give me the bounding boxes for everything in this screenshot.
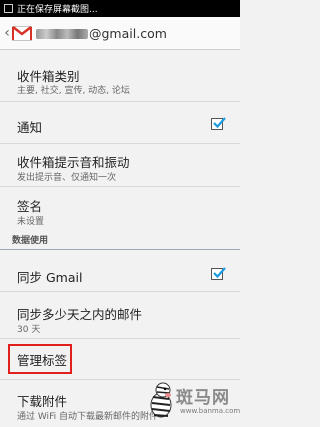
redacted-username <box>36 29 88 39</box>
account-email[interactable]: @gmail.com <box>36 26 167 41</box>
setting-title: 通知 <box>17 120 43 135</box>
back-chevron-icon[interactable]: ‹ <box>2 17 12 50</box>
sync-gmail-checkbox[interactable] <box>211 267 226 280</box>
gmail-logo-icon[interactable] <box>12 25 32 41</box>
setting-title: 同步 Gmail <box>17 270 83 285</box>
setting-signature[interactable]: 签名 未设置 <box>0 187 240 230</box>
setting-title: 同步多少天之内的邮件 <box>17 307 143 322</box>
screenshot-icon <box>4 4 13 13</box>
setting-title: 签名 <box>17 199 43 214</box>
notifications-checkbox[interactable] <box>211 117 226 130</box>
zebra-mascot-icon <box>150 382 172 418</box>
setting-notifications[interactable]: 通知 <box>0 102 240 144</box>
watermark-logo: 斑马网 <box>176 388 230 408</box>
setting-subtitle: 30 天 <box>17 325 41 335</box>
setting-inbox-sound[interactable]: 收件箱提示音和振动 发出提示音、仅通知一次 <box>0 144 240 187</box>
setting-sync-gmail[interactable]: 同步 Gmail <box>0 250 240 292</box>
status-text: 正在保存屏幕截图... <box>17 5 98 15</box>
watermark-url: www.banma.com <box>180 407 241 415</box>
setting-sync-days[interactable]: 同步多少天之内的邮件 30 天 <box>0 292 240 339</box>
setting-subtitle: 未设置 <box>17 217 45 227</box>
highlight-box <box>8 344 72 374</box>
setting-subtitle: 发出提示音、仅通知一次 <box>17 173 117 183</box>
section-header-data-usage: 数据使用 <box>0 230 240 250</box>
setting-subtitle: 主要, 社交, 宣传, 动态, 论坛 <box>17 86 130 96</box>
watermark: 斑马网 www.banma.com <box>146 381 241 425</box>
setting-subtitle: 通过 WiFi 自动下载最新邮件的附件 <box>17 412 158 422</box>
section-title: 数据使用 <box>12 236 49 246</box>
setting-title: 收件箱提示音和振动 <box>17 155 130 170</box>
action-bar: ‹ @gmail.com <box>0 17 240 50</box>
setting-title: 下载附件 <box>17 394 68 409</box>
status-bar: 正在保存屏幕截图... <box>0 0 240 17</box>
setting-inbox-category[interactable]: 收件箱类别 主要, 社交, 宣传, 动态, 论坛 <box>0 50 240 102</box>
